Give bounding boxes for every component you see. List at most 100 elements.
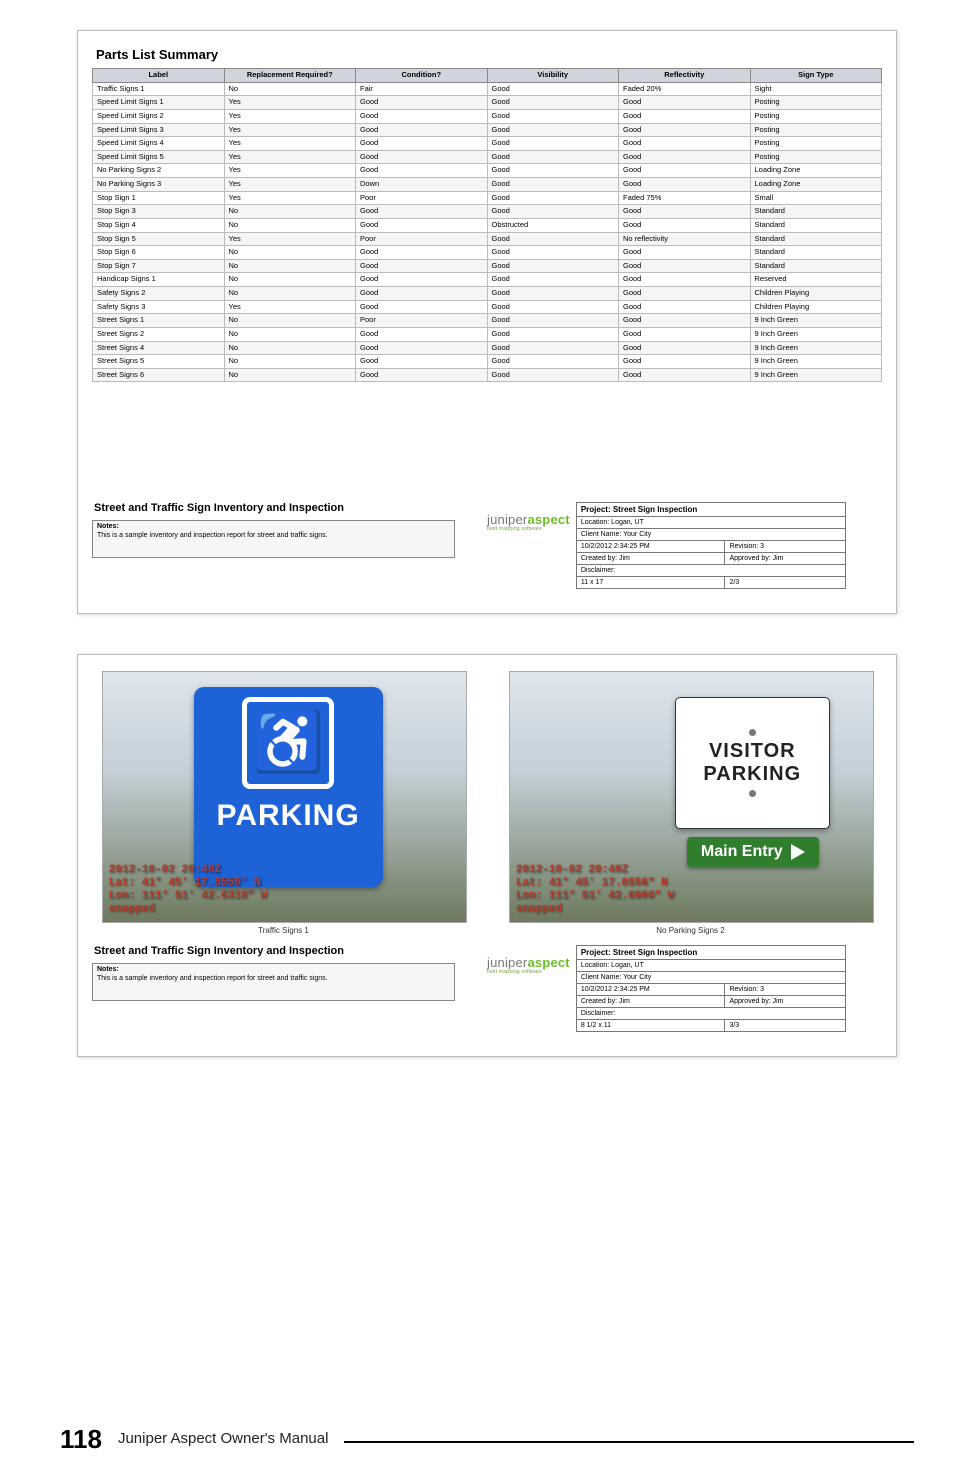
table-cell: Traffic Signs 1 (93, 82, 225, 96)
logo-word-a-2: juniper (487, 955, 527, 970)
logo-word-b: aspect (527, 512, 569, 527)
juniper-aspect-logo: juniperaspect field mapping software (487, 502, 570, 532)
table-cell: Good (619, 109, 751, 123)
table-cell: Poor (356, 232, 488, 246)
meta-cell: Location: Logan, UT (576, 517, 845, 529)
meta-row: Client Name: Your City (576, 529, 845, 541)
report-right-2: juniperaspect field mapping software Pro… (487, 945, 882, 1032)
table-cell: 9 Inch Green (750, 368, 882, 382)
table-cell: No (224, 341, 356, 355)
table-cell: Good (619, 205, 751, 219)
meta-cell: 2/3 (725, 577, 845, 589)
table-cell: Faded 20% (619, 82, 751, 96)
table-cell: No (224, 246, 356, 260)
table-cell: Good (619, 137, 751, 151)
table-cell: Posting (750, 96, 882, 110)
col-visibility: Visibility (487, 69, 619, 83)
table-cell: Good (356, 259, 488, 273)
table-cell: Yes (224, 191, 356, 205)
table-cell: Yes (224, 137, 356, 151)
parts-header-row: Label Replacement Required? Condition? V… (93, 69, 882, 83)
table-cell: Street Signs 2 (93, 327, 225, 341)
table-cell: Speed Limit Signs 3 (93, 123, 225, 137)
table-row: Safety Signs 3YesGoodGoodGoodChildren Pl… (93, 300, 882, 314)
table-cell: Safety Signs 3 (93, 300, 225, 314)
report-lower-2: Street and Traffic Sign Inventory and In… (92, 945, 882, 1032)
parking-word2: PARKING (703, 763, 801, 786)
table-cell: Good (487, 109, 619, 123)
meta-cell: 11 x 17 (576, 577, 725, 589)
table-row: Stop Sign 4NoGoodObstructedGoodStandard (93, 218, 882, 232)
table-row: Speed Limit Signs 4YesGoodGoodGoodPostin… (93, 137, 882, 151)
table-cell: Speed Limit Signs 1 (93, 96, 225, 110)
panel-parts-summary: Parts List Summary Label Replacement Req… (77, 30, 897, 614)
table-cell: Standard (750, 259, 882, 273)
table-cell: No (224, 327, 356, 341)
table-cell: Yes (224, 109, 356, 123)
photo-1-caption: Traffic Signs 1 (102, 926, 465, 935)
table-cell: Good (487, 205, 619, 219)
table-row: Stop Sign 7NoGoodGoodGoodStandard (93, 259, 882, 273)
visitor-word: VISITOR (709, 740, 796, 763)
table-cell: Speed Limit Signs 2 (93, 109, 225, 123)
table-cell: Standard (750, 246, 882, 260)
page-footer: 118 Juniper Aspect Owner's Manual (60, 1400, 914, 1455)
table-cell: Yes (224, 150, 356, 164)
notes-box: Notes: This is a sample inventory and in… (92, 520, 455, 558)
table-cell: Stop Sign 1 (93, 191, 225, 205)
table-cell: Good (356, 273, 488, 287)
col-reflectivity: Reflectivity (619, 69, 751, 83)
photo-1-wrap: PARKING 2012-10-02 20:48Z Lat: 41° 45' 1… (102, 671, 465, 935)
project-meta-table: Project: Street Sign Inspection Location… (576, 502, 846, 589)
meta-row: 10/2/2012 2:34:25 PMRevision: 3 (576, 984, 845, 996)
table-cell: Fair (356, 82, 488, 96)
table-cell: Good (619, 314, 751, 328)
table-cell: Stop Sign 6 (93, 246, 225, 260)
table-cell: Good (356, 137, 488, 151)
meta-cell: Revision: 3 (725, 984, 845, 996)
table-row: Stop Sign 5YesPoorGoodNo reflectivitySta… (93, 232, 882, 246)
page: Parts List Summary Label Replacement Req… (0, 0, 954, 1475)
table-cell: Good (619, 123, 751, 137)
meta-row: Location: Logan, UT (576, 960, 845, 972)
table-row: Speed Limit Signs 3YesGoodGoodGoodPostin… (93, 123, 882, 137)
meta-cell: 10/2/2012 2:34:25 PM (576, 984, 725, 996)
table-cell: No reflectivity (619, 232, 751, 246)
table-cell: No (224, 355, 356, 369)
table-cell: Speed Limit Signs 5 (93, 150, 225, 164)
report-title-2: Street and Traffic Sign Inventory and In… (94, 945, 455, 957)
report-left: Street and Traffic Sign Inventory and In… (92, 502, 455, 558)
table-row: Speed Limit Signs 2YesGoodGoodGoodPostin… (93, 109, 882, 123)
meta-cell: Disclaimer: (576, 565, 845, 577)
table-cell: Reserved (750, 273, 882, 287)
table-cell: No (224, 82, 356, 96)
table-cell: Poor (356, 191, 488, 205)
juniper-aspect-logo-2: juniperaspect field mapping software (487, 945, 570, 975)
table-cell: Good (356, 341, 488, 355)
table-row: Traffic Signs 1NoFairGoodFaded 20%Sight (93, 82, 882, 96)
notes-label-2: Notes: (97, 966, 119, 973)
table-cell: Faded 75% (619, 191, 751, 205)
table-cell: Posting (750, 109, 882, 123)
table-cell: Good (487, 314, 619, 328)
table-cell: No (224, 368, 356, 382)
table-cell: 9 Inch Green (750, 327, 882, 341)
table-cell: Good (619, 355, 751, 369)
table-cell: Good (619, 259, 751, 273)
table-cell: Street Signs 6 (93, 368, 225, 382)
table-row: Speed Limit Signs 1YesGoodGoodGoodPostin… (93, 96, 882, 110)
meta-cell: 3/3 (725, 1020, 845, 1032)
logo-word-a: juniper (487, 512, 527, 527)
notes-label: Notes: (97, 523, 119, 530)
table-cell: Street Signs 4 (93, 341, 225, 355)
table-cell: Good (619, 287, 751, 301)
notes-box-2: Notes: This is a sample inventory and in… (92, 963, 455, 1001)
table-cell: Standard (750, 205, 882, 219)
meta-cell: Created by: Jim (576, 996, 725, 1008)
table-cell: No (224, 273, 356, 287)
meta-header: Project: Street Sign Inspection (576, 503, 845, 517)
table-cell: Good (356, 218, 488, 232)
table-cell: Good (619, 150, 751, 164)
photo-1: PARKING 2012-10-02 20:48Z Lat: 41° 45' 1… (102, 671, 467, 923)
photo-2-stamp: 2012-10-02 20:48Z Lat: 41° 45' 17.6556" … (516, 864, 674, 917)
